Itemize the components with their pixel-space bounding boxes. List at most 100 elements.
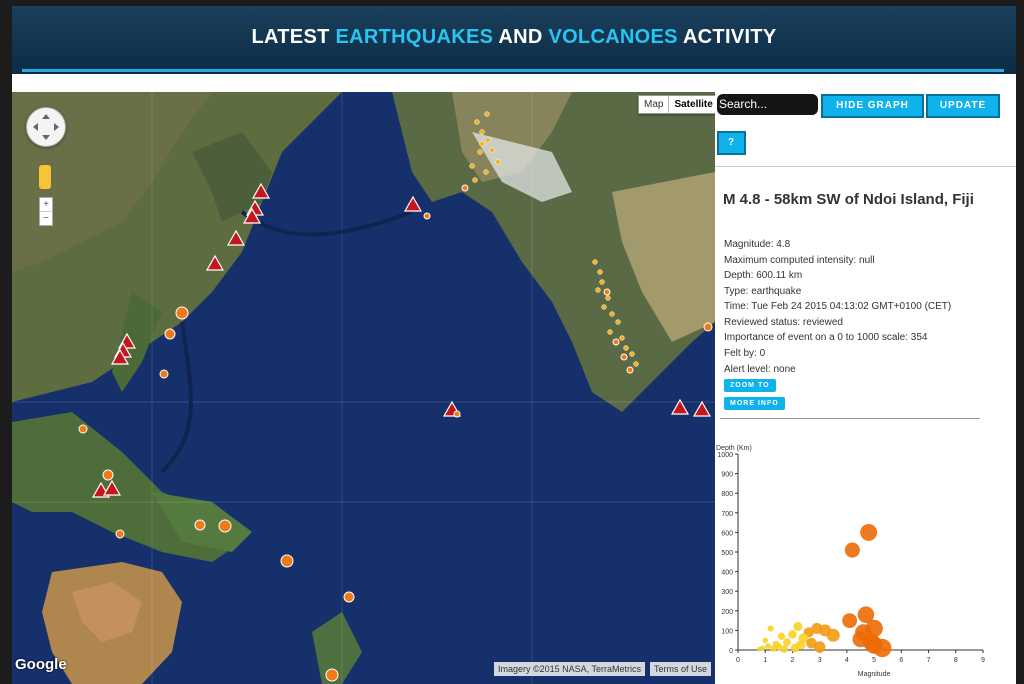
x-tick-label: 9 bbox=[981, 657, 985, 664]
earthquake-circle-icon[interactable] bbox=[626, 366, 634, 374]
earthquake-circle-icon[interactable] bbox=[453, 410, 461, 418]
earthquake-circle-icon[interactable] bbox=[597, 269, 603, 275]
title-part-earthquakes: EARTHQUAKES bbox=[335, 26, 494, 48]
page-title: LATEST EARTHQUAKES AND VOLCANOES ACTIVIT… bbox=[12, 26, 1016, 49]
earthquake-circle-icon[interactable] bbox=[175, 306, 189, 320]
map-type-map-button[interactable]: Map bbox=[639, 96, 668, 113]
event-felt-by: Felt by: 0 bbox=[724, 348, 766, 359]
earthquake-circle-icon[interactable] bbox=[483, 169, 489, 175]
earthquake-circle-icon[interactable] bbox=[115, 529, 125, 539]
earthquake-circle-icon[interactable] bbox=[164, 328, 176, 340]
y-tick-label: 200 bbox=[721, 609, 733, 616]
earthquake-circle-icon[interactable] bbox=[474, 119, 480, 125]
volcano-triangle-icon[interactable] bbox=[226, 229, 246, 246]
earthquake-circle-icon[interactable] bbox=[159, 369, 169, 379]
earthquake-circle-icon[interactable] bbox=[472, 177, 478, 183]
volcano-triangle-icon[interactable] bbox=[692, 400, 712, 417]
earthquake-circle-icon[interactable] bbox=[479, 141, 485, 147]
earthquake-circle-icon[interactable] bbox=[619, 335, 625, 341]
map-type-satellite-button[interactable]: Satellite bbox=[668, 96, 717, 113]
zoom-in-button[interactable]: + bbox=[40, 198, 52, 211]
earthquake-circle-icon[interactable] bbox=[469, 163, 475, 169]
chart-point[interactable] bbox=[757, 646, 763, 652]
chart-point[interactable] bbox=[783, 638, 791, 647]
volcano-triangle-icon[interactable] bbox=[403, 195, 423, 212]
side-panel: Search... HIDE GRAPH UPDATE ? M 4.8 - 58… bbox=[715, 92, 1016, 684]
terms-of-use-link[interactable]: Terms of Use bbox=[650, 662, 712, 676]
earthquake-circle-icon[interactable] bbox=[612, 338, 620, 346]
earthquake-circle-icon[interactable] bbox=[620, 353, 628, 361]
y-tick-label: 0 bbox=[729, 648, 733, 655]
y-tick-label: 100 bbox=[721, 628, 733, 635]
earthquake-circle-icon[interactable] bbox=[607, 329, 613, 335]
chart-point[interactable] bbox=[777, 632, 786, 640]
earthquake-circle-icon[interactable] bbox=[484, 111, 490, 117]
more-info-button[interactable]: MORE INFO bbox=[724, 397, 785, 410]
y-tick-label: 800 bbox=[721, 491, 733, 498]
volcano-triangle-icon[interactable] bbox=[251, 182, 271, 199]
earthquake-circle-icon[interactable] bbox=[633, 361, 639, 367]
x-axis-label: Magnitude bbox=[858, 671, 891, 678]
chart-point[interactable] bbox=[765, 643, 771, 649]
street-view-pegman-icon[interactable] bbox=[39, 165, 51, 189]
volcano-triangle-icon[interactable] bbox=[205, 254, 225, 271]
earthquake-circle-icon[interactable] bbox=[485, 137, 491, 143]
zoom-out-button[interactable]: − bbox=[40, 211, 52, 225]
earthquake-circle-icon[interactable] bbox=[280, 554, 294, 568]
chart-point[interactable] bbox=[844, 542, 860, 558]
chart-point[interactable] bbox=[842, 613, 858, 628]
x-tick-label: 7 bbox=[927, 657, 931, 664]
chart-point[interactable] bbox=[795, 640, 806, 650]
earthquake-circle-icon[interactable] bbox=[489, 147, 495, 153]
earthquake-circle-icon[interactable] bbox=[423, 212, 431, 220]
earthquake-circle-icon[interactable] bbox=[325, 668, 339, 682]
chart-point[interactable] bbox=[780, 645, 789, 653]
update-button[interactable]: UPDATE bbox=[926, 94, 1000, 118]
volcano-triangle-icon[interactable] bbox=[102, 479, 122, 496]
map-canvas[interactable] bbox=[12, 92, 715, 684]
earthquake-circle-icon[interactable] bbox=[477, 149, 483, 155]
pan-control-icon[interactable] bbox=[26, 107, 66, 147]
page-header: LATEST EARTHQUAKES AND VOLCANOES ACTIVIT… bbox=[12, 6, 1016, 74]
y-tick-label: 600 bbox=[721, 530, 733, 537]
chart-point[interactable] bbox=[788, 630, 797, 639]
x-tick-label: 4 bbox=[845, 657, 849, 664]
earthquake-circle-icon[interactable] bbox=[615, 319, 621, 325]
volcano-triangle-icon[interactable] bbox=[670, 398, 690, 415]
earthquake-circle-icon[interactable] bbox=[609, 311, 615, 317]
earthquake-circle-icon[interactable] bbox=[703, 322, 713, 332]
earthquake-circle-icon[interactable] bbox=[343, 591, 355, 603]
earthquake-circle-icon[interactable] bbox=[601, 304, 607, 310]
chart-point[interactable] bbox=[762, 637, 768, 643]
chart-point[interactable] bbox=[767, 625, 774, 632]
earthquake-circle-icon[interactable] bbox=[623, 345, 629, 351]
chart-point[interactable] bbox=[813, 641, 826, 653]
earthquake-circle-icon[interactable] bbox=[592, 259, 598, 265]
chart-point[interactable] bbox=[865, 636, 883, 654]
earthquake-circle-icon[interactable] bbox=[605, 295, 611, 301]
earthquake-circle-icon[interactable] bbox=[599, 279, 605, 285]
event-importance: Importance of event on a 0 to 1000 scale… bbox=[724, 332, 928, 343]
earthquake-circle-icon[interactable] bbox=[78, 424, 88, 434]
earthquake-circle-icon[interactable] bbox=[102, 469, 114, 481]
earthquake-circle-icon[interactable] bbox=[194, 519, 206, 531]
earthquake-circle-icon[interactable] bbox=[629, 351, 635, 357]
zoom-to-button[interactable]: ZOOM TO bbox=[724, 379, 776, 392]
hide-graph-button[interactable]: HIDE GRAPH bbox=[821, 94, 924, 118]
help-button[interactable]: ? bbox=[717, 131, 746, 155]
x-tick-label: 0 bbox=[736, 657, 740, 664]
chart-point[interactable] bbox=[770, 645, 777, 652]
earthquake-circle-icon[interactable] bbox=[461, 184, 469, 192]
app-frame: LATEST EARTHQUAKES AND VOLCANOES ACTIVIT… bbox=[12, 6, 1016, 684]
chart-point[interactable] bbox=[793, 621, 803, 632]
earthquake-circle-icon[interactable] bbox=[595, 287, 601, 293]
event-intensity: Maximum computed intensity: null bbox=[724, 255, 875, 266]
earthquake-circle-icon[interactable] bbox=[218, 519, 232, 533]
info-divider bbox=[720, 418, 980, 419]
earthquake-circle-icon[interactable] bbox=[479, 129, 485, 135]
earthquake-circle-icon[interactable] bbox=[495, 159, 501, 165]
event-depth: Depth: 600.11 km bbox=[724, 270, 803, 281]
search-input[interactable]: Search... bbox=[717, 94, 818, 115]
earthquake-circle-icon[interactable] bbox=[603, 288, 611, 296]
chart-point[interactable] bbox=[860, 523, 878, 541]
